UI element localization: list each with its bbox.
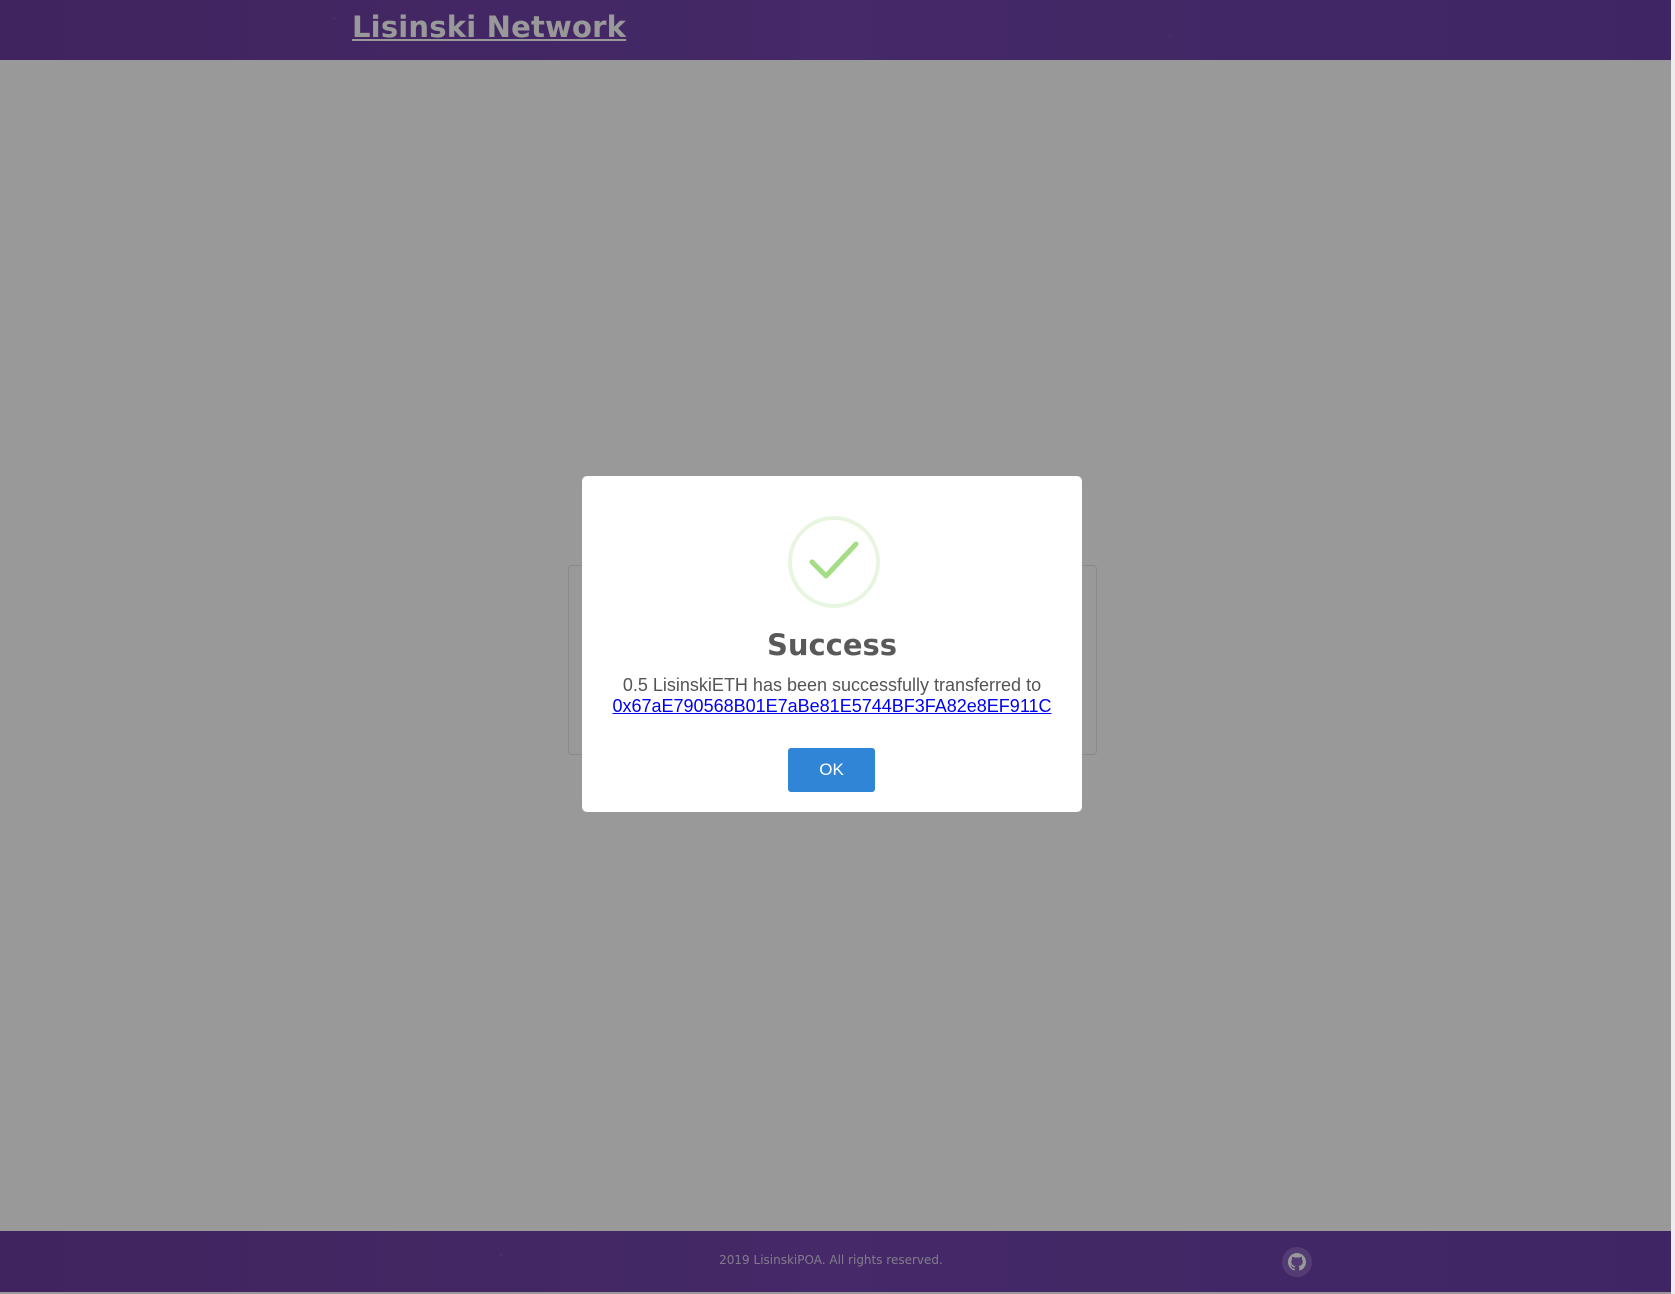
dialog-message: 0.5 LisinskiETH has been successfully tr…: [582, 675, 1082, 717]
success-check-icon: [788, 516, 880, 608]
ok-button[interactable]: OK: [788, 748, 875, 792]
transfer-message: 0.5 LisinskiETH has been successfully tr…: [622, 675, 1042, 695]
success-dialog: Success 0.5 LisinskiETH has been success…: [582, 476, 1082, 812]
scrollbar[interactable]: [1671, 0, 1675, 1294]
dialog-title: Success: [766, 628, 898, 662]
recipient-address-link[interactable]: 0x67aE790568B01E7aBe81E5744BF3FA82e8EF91…: [612, 696, 1051, 716]
page: Lisinski Network 2019 LisinskiPOA. All r…: [0, 0, 1675, 1294]
checkmark-glyph: [809, 541, 859, 579]
